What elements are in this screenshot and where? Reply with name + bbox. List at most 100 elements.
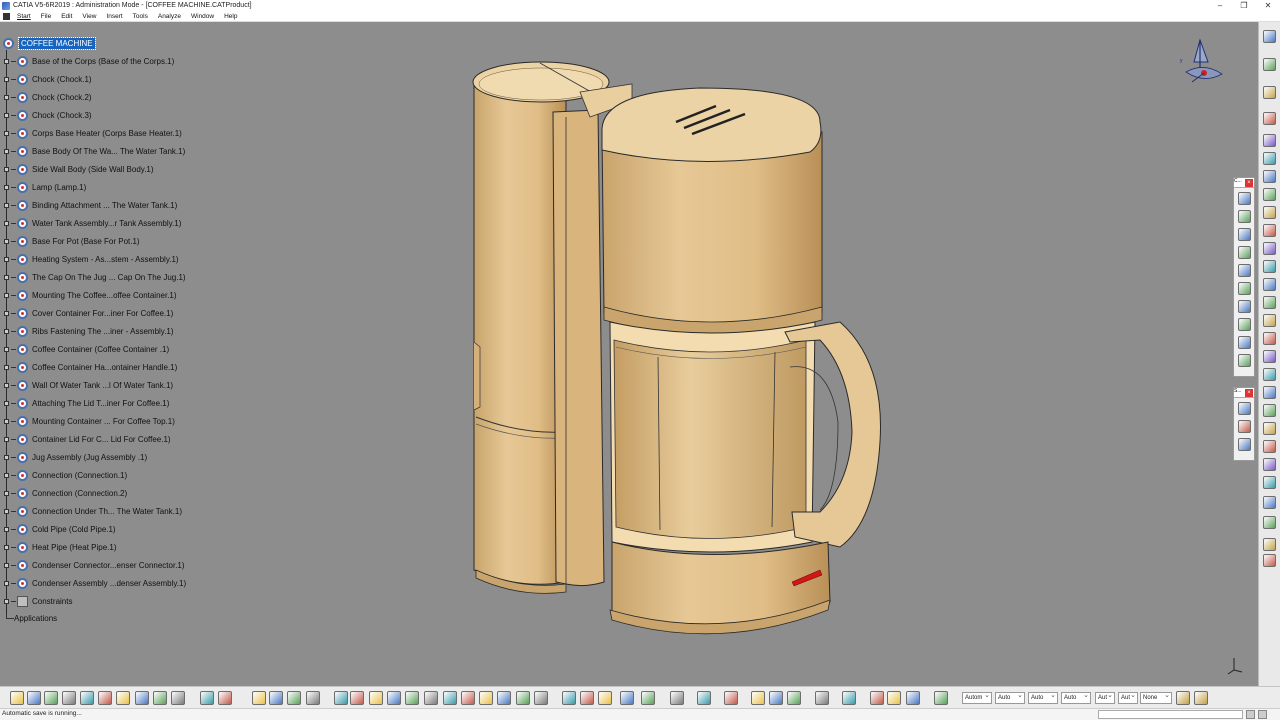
tree-expander-icon[interactable] [4, 562, 9, 568]
tree-expander-icon[interactable] [4, 400, 9, 406]
compass-icon[interactable]: y [1178, 32, 1224, 84]
toolbar-tool-icon[interactable] [287, 691, 301, 705]
tree-node[interactable]: Base of the Corps (Base of the Corps.1) [4, 54, 174, 68]
tree-node[interactable]: Side Wall Body (Side Wall Body.1) [4, 162, 154, 176]
coffee-carafe[interactable] [609, 321, 881, 553]
toolbar-tool-icon[interactable] [906, 691, 920, 705]
tree-expander-icon[interactable] [4, 94, 9, 100]
toolbar-tool-icon[interactable] [1263, 58, 1276, 71]
menu-tools[interactable]: Tools [128, 13, 153, 20]
graphic-property-combo[interactable]: Aut [1095, 691, 1115, 704]
toolbar-tool-icon[interactable] [1263, 86, 1276, 99]
toolbar-tool-icon[interactable] [1263, 332, 1276, 345]
tree-node-label[interactable]: Connection (Connection.2) [32, 489, 127, 498]
tree-node-label[interactable]: Container Lid For C... Lid For Coffee.1) [32, 435, 171, 444]
tree-node[interactable]: Coffee Container Ha...ontainer Handle.1) [4, 360, 177, 374]
tree-node-label[interactable]: Corps Base Heater (Corps Base Heater.1) [32, 129, 182, 138]
menu-start[interactable]: Start [12, 13, 36, 20]
toolbar-tool-icon[interactable] [1238, 264, 1251, 277]
toolbar-tool-icon[interactable] [769, 691, 783, 705]
toolbar-tool-icon[interactable] [641, 691, 655, 705]
toolbar-tool-icon[interactable] [424, 691, 438, 705]
toolbar-tool-icon[interactable] [334, 691, 348, 705]
floating-toolbar-1[interactable]: C... × [1233, 177, 1255, 377]
toolbar-tool-icon[interactable] [562, 691, 576, 705]
tree-node-label[interactable]: Mounting The Coffee...offee Container.1) [32, 291, 177, 300]
toolbar-tool-icon[interactable] [306, 691, 320, 705]
tree-node[interactable]: Chock (Chock.2) [4, 90, 92, 104]
toolbar-tool-icon[interactable] [1263, 260, 1276, 273]
tree-expander-icon[interactable] [4, 364, 9, 370]
floating-toolbar-2-head[interactable]: S... × [1234, 388, 1254, 398]
graphic-property-combo[interactable]: Auto [1061, 691, 1091, 704]
tree-node-label[interactable]: Base of the Corps (Base of the Corps.1) [32, 57, 174, 66]
tree-node[interactable]: Wall Of Water Tank ...l Of Water Tank.1) [4, 378, 173, 392]
toolbar-tool-icon[interactable] [1238, 438, 1251, 451]
3d-viewport[interactable]: COFFEE MACHINE Base of the Corps (Base o… [0, 22, 1258, 686]
tree-node-label[interactable]: Attaching The Lid T...iner For Coffee.1) [32, 399, 169, 408]
toolbar-tool-icon[interactable] [1263, 314, 1276, 327]
toolbar-tool-icon[interactable] [479, 691, 493, 705]
tree-expander-icon[interactable] [4, 346, 9, 352]
tree-node[interactable]: Attaching The Lid T...iner For Coffee.1) [4, 396, 169, 410]
tree-expander-icon[interactable] [4, 328, 9, 334]
toolbar-tool-icon[interactable] [620, 691, 634, 705]
painter-icon[interactable] [1194, 691, 1208, 705]
toolbar-tool-icon[interactable] [218, 691, 232, 705]
tree-node-constraints[interactable]: Constraints [4, 594, 72, 608]
toolbar-tool-icon[interactable] [27, 691, 41, 705]
toolbar-tool-icon[interactable] [697, 691, 711, 705]
toolbar-tool-icon[interactable] [405, 691, 419, 705]
tree-expander-icon[interactable] [4, 220, 9, 226]
tree-applications-label[interactable]: Applications [14, 614, 57, 623]
menu-view[interactable]: View [77, 13, 101, 20]
tree-node-label[interactable]: Lamp (Lamp.1) [32, 183, 86, 192]
menu-insert[interactable]: Insert [101, 13, 127, 20]
tree-node[interactable]: Water Tank Assembly...r Tank Assembly.1) [4, 216, 181, 230]
tree-expander-icon[interactable] [4, 310, 9, 316]
tree-node-label[interactable]: Chock (Chock.3) [32, 111, 92, 120]
tree-node-label[interactable]: Side Wall Body (Side Wall Body.1) [32, 165, 154, 174]
tree-expander-icon[interactable] [4, 490, 9, 496]
tree-expander-icon[interactable] [4, 202, 9, 208]
toolbar-tool-icon[interactable] [580, 691, 594, 705]
tree-expander-icon[interactable] [4, 454, 9, 460]
tree-node-label[interactable]: Constraints [32, 597, 72, 606]
tree-expander-icon[interactable] [4, 148, 9, 154]
toolbar-tool-icon[interactable] [153, 691, 167, 705]
toolbar-tool-icon[interactable] [1263, 206, 1276, 219]
tree-node[interactable]: Heat Pipe (Heat Pipe.1) [4, 540, 117, 554]
toolbar-tool-icon[interactable] [1263, 134, 1276, 147]
tree-node-label[interactable]: The Cap On The Jug ... Cap On The Jug.1) [32, 273, 186, 282]
tree-node-label[interactable]: Cover Container For...iner For Coffee.1) [32, 309, 173, 318]
tree-expander-icon[interactable] [4, 580, 9, 586]
toolbar-tool-icon[interactable] [62, 691, 76, 705]
menu-window[interactable]: Window [186, 13, 219, 20]
tree-node[interactable]: Mounting Container ... For Coffee Top.1) [4, 414, 175, 428]
toolbar-tool-icon[interactable] [461, 691, 475, 705]
menu-file[interactable]: File [36, 13, 56, 20]
tree-expander-icon[interactable] [4, 184, 9, 190]
toolbar-tool-icon[interactable] [870, 691, 884, 705]
tree-node[interactable]: Jug Assembly (Jug Assembly .1) [4, 450, 147, 464]
close-icon[interactable]: × [1245, 179, 1253, 187]
toolbar-tool-icon[interactable] [598, 691, 612, 705]
toolbar-tool-icon[interactable] [443, 691, 457, 705]
tree-expander-icon[interactable] [4, 436, 9, 442]
tree-node[interactable]: Ribs Fastening The ...iner - Assembly.1) [4, 324, 174, 338]
toolbar-tool-icon[interactable] [1263, 476, 1276, 489]
toolbar-tool-icon[interactable] [1263, 30, 1276, 43]
toolbar-tool-icon[interactable] [80, 691, 94, 705]
toolbar-tool-icon[interactable] [1238, 228, 1251, 241]
toolbar-tool-icon[interactable] [1263, 386, 1276, 399]
toolbar-tool-icon[interactable] [1263, 496, 1276, 509]
tree-node[interactable]: Condenser Assembly ...denser Assembly.1) [4, 576, 186, 590]
tree-node[interactable]: Connection (Connection.1) [4, 468, 127, 482]
tree-expander-icon[interactable] [4, 598, 9, 604]
tree-node[interactable]: Connection Under Th... The Water Tank.1) [4, 504, 182, 518]
tree-node-label[interactable]: Binding Attachment ... The Water Tank.1) [32, 201, 177, 210]
tree-node[interactable]: Condenser Connector...enser Connector.1) [4, 558, 185, 572]
toolbar-tool-icon[interactable] [200, 691, 214, 705]
toolbar-tool-icon[interactable] [269, 691, 283, 705]
toolbar-tool-icon[interactable] [1263, 440, 1276, 453]
